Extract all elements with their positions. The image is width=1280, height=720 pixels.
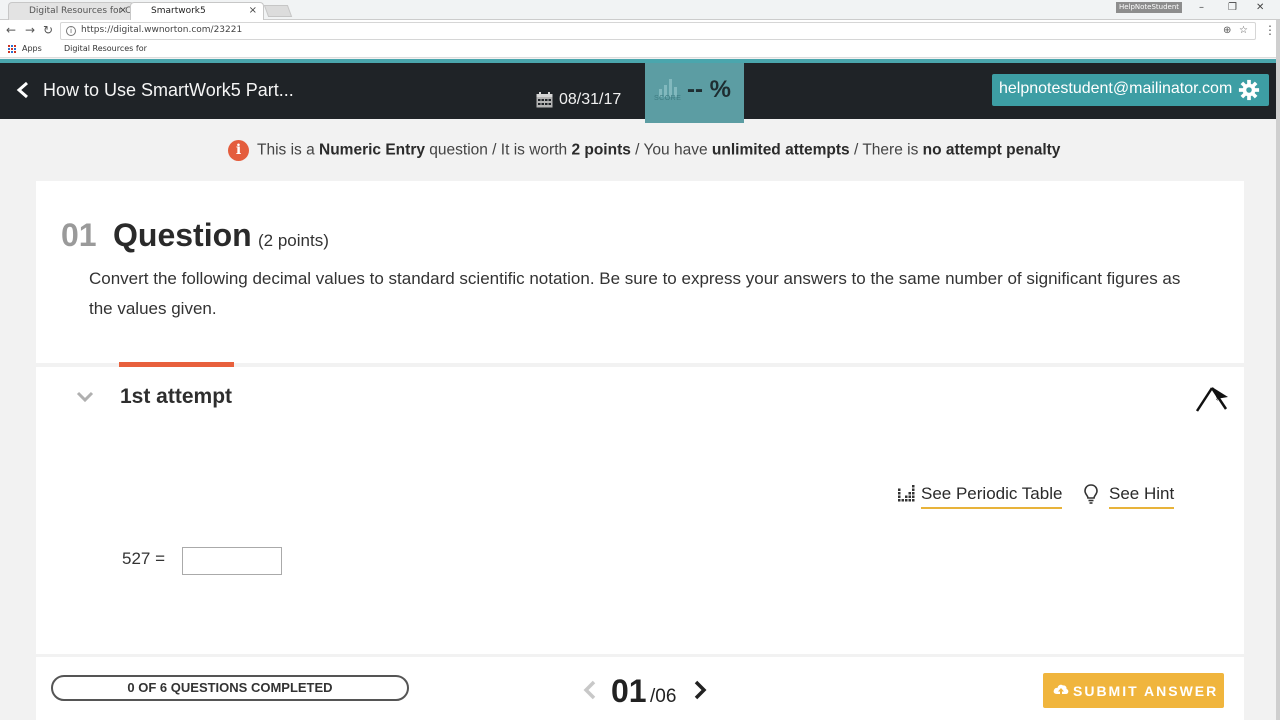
browser-tab-active[interactable]: Smartwork5 × (130, 2, 264, 20)
close-tab-icon[interactable]: × (119, 3, 127, 19)
see-periodic-table-link[interactable]: See Periodic Table (921, 484, 1063, 509)
zoom-icon[interactable]: ⊕ (1223, 25, 1231, 36)
address-bar: ← → ↻ i https://digital.wwnorton.com/232… (0, 20, 1280, 42)
score-panel[interactable]: SCORE -- % (645, 63, 744, 123)
question-points: 2 points (571, 141, 631, 159)
window-scrollbar[interactable] (1276, 20, 1280, 720)
back-arrow-icon[interactable]: ← (6, 23, 16, 37)
info-text-4: / There is (849, 141, 923, 159)
browser-tab-label: Smartwork5 (151, 6, 206, 16)
info-text-1: This is a (257, 141, 320, 159)
question-points-label: (2 points) (258, 231, 329, 250)
minimize-icon[interactable]: – (1199, 2, 1204, 13)
hint-bulb-icon[interactable] (1084, 484, 1098, 504)
periodic-table-icon[interactable] (898, 485, 916, 503)
user-email: helpnotestudent@mailinator.com (999, 80, 1233, 97)
bookmark-digital-resources[interactable]: Digital Resources for (64, 44, 147, 53)
calendar-icon (536, 92, 553, 108)
due-date: 08/31/17 (559, 91, 622, 108)
prev-chevron-icon[interactable] (582, 679, 598, 701)
menu-dots-icon[interactable]: ⋮ (1264, 23, 1276, 37)
upload-icon (1053, 684, 1069, 695)
questions-progress: 0 OF 6 QUESTIONS COMPLETED (51, 675, 409, 701)
total-questions: /06 (650, 686, 677, 707)
new-tab-button[interactable] (263, 5, 293, 17)
bottom-bar: 0 OF 6 QUESTIONS COMPLETED 01 /06 SUBMIT… (36, 657, 1244, 720)
collapse-chevron-icon[interactable] (76, 391, 94, 403)
score-value: -- % (687, 76, 731, 103)
score-label: SCORE (654, 95, 682, 102)
question-type: Numeric Entry (319, 141, 425, 159)
attempt-card: 1st attempt See Periodic Table See Hint … (36, 362, 1244, 654)
info-icon: i (228, 140, 249, 161)
back-chevron-icon[interactable] (16, 81, 30, 99)
user-menu-button[interactable]: helpnotestudent@mailinator.com (992, 74, 1269, 106)
question-title: Question (113, 217, 252, 253)
current-question-number: 01 (611, 673, 647, 709)
info-text-3: / You have (630, 141, 712, 159)
submit-answer-button[interactable]: SUBMIT ANSWER (1043, 673, 1224, 708)
bookmark-star-icon[interactable]: ☆ (1239, 25, 1248, 36)
flag-icon[interactable] (1194, 383, 1230, 413)
question-number: 01 (61, 217, 97, 253)
score-bars-icon (659, 79, 677, 97)
url-text[interactable]: https://digital.wwnorton.com/23221 (81, 25, 242, 35)
info-text-2: question / It is worth (424, 141, 572, 159)
bookmarks-bar: Apps Digital Resources for (0, 42, 1280, 58)
apps-grid-icon[interactable] (8, 45, 17, 54)
attempts-allowed: unlimited attempts (711, 141, 850, 159)
attempt-penalty: no attempt penalty (922, 141, 1061, 159)
restore-icon[interactable]: ❐ (1228, 2, 1237, 13)
site-info-icon[interactable]: i (66, 26, 76, 36)
attempt-label[interactable]: 1st attempt (120, 385, 232, 409)
question-card: 01 Question (2 points) Convert the follo… (36, 181, 1244, 363)
bookmark-apps[interactable]: Apps (22, 44, 42, 53)
app-header: How to Use SmartWork5 Part... 08/31/17 S… (0, 63, 1280, 123)
equation-label: 527 = (122, 549, 166, 568)
reload-icon[interactable]: ↻ (43, 23, 53, 37)
question-info-line: i This is a Numeric Entry question / It i… (228, 140, 1060, 164)
close-window-icon[interactable]: ✕ (1256, 2, 1264, 13)
see-hint-link[interactable]: See Hint (1109, 484, 1175, 509)
browser-tab-bar: Digital Resources for Che × Smartwork5 ×… (0, 0, 1280, 20)
profile-chip[interactable]: HelpNoteStudent (1116, 2, 1182, 13)
submit-answer-label: SUBMIT ANSWER (1073, 682, 1219, 699)
course-title[interactable]: How to Use SmartWork5 Part... (43, 80, 294, 101)
question-text: Convert the following decimal values to … (89, 269, 1181, 318)
forward-arrow-icon[interactable]: → (25, 23, 35, 37)
next-chevron-icon[interactable] (692, 679, 708, 701)
answer-input[interactable] (182, 547, 282, 575)
gear-icon[interactable] (1238, 79, 1260, 101)
attempt-tab-indicator (119, 362, 234, 367)
url-field[interactable]: i https://digital.wwnorton.com/23221 ⊕ ☆ (60, 22, 1256, 40)
browser-tab[interactable]: Digital Resources for Che × (8, 2, 134, 20)
close-tab-icon[interactable]: × (249, 3, 257, 19)
